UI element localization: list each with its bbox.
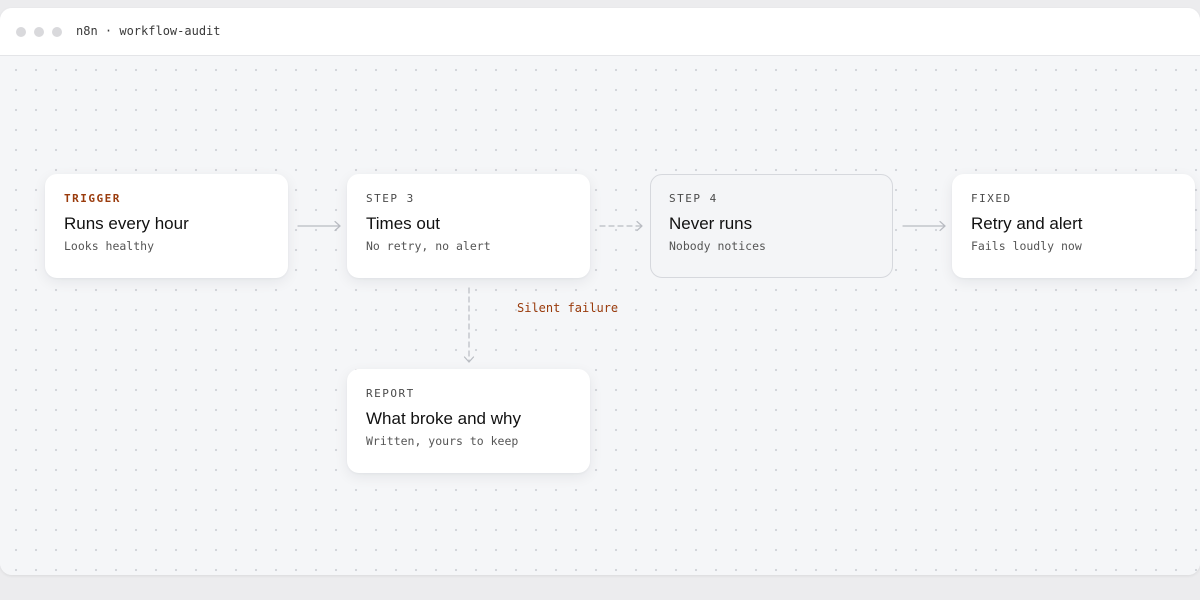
node-heading: What broke and why [366,409,521,428]
window-maximize-dot[interactable] [52,27,62,37]
node-step-3[interactable]: STEP 3 Times out No retry, no alert [347,174,590,278]
silent-failure-label: Silent failure [517,301,619,315]
node-subtitle: No retry, no alert [366,239,491,253]
app-window: n8n · workflow-audit TRIGGER Runs every … [0,8,1200,575]
node-heading: Times out [366,214,441,233]
connector-step4-to-fixed [902,220,946,232]
node-subtitle: Nobody notices [669,239,766,253]
connector-step3-to-step4 [599,220,643,232]
connector-step3-to-report [463,287,475,363]
node-subtitle: Written, yours to keep [366,434,519,448]
node-trigger[interactable]: TRIGGER Runs every hour Looks healthy [45,174,288,278]
node-heading: Runs every hour [64,214,189,233]
node-fixed[interactable]: FIXED Retry and alert Fails loudly now [952,174,1195,278]
node-tag: TRIGGER [64,192,121,205]
node-tag: STEP 3 [366,192,415,205]
node-tag: REPORT [366,387,415,400]
node-heading: Retry and alert [971,214,1083,233]
node-tag: FIXED [971,192,1012,205]
window-minimize-dot[interactable] [34,27,44,37]
node-report[interactable]: REPORT What broke and why Written, yours… [347,369,590,473]
node-heading: Never runs [669,214,753,233]
connector-layer [297,220,946,363]
workflow-canvas[interactable]: TRIGGER Runs every hour Looks healthy ST… [0,56,1200,575]
window-title: n8n · workflow-audit [76,24,221,38]
title-bar: n8n · workflow-audit [0,8,1200,56]
node-tag: STEP 4 [669,192,718,205]
window-close-dot[interactable] [16,27,26,37]
node-subtitle: Fails loudly now [971,239,1082,253]
node-step-4[interactable]: STEP 4 Never runs Nobody notices [650,174,893,278]
connector-trigger-to-step3 [297,220,341,232]
node-subtitle: Looks healthy [64,239,155,253]
